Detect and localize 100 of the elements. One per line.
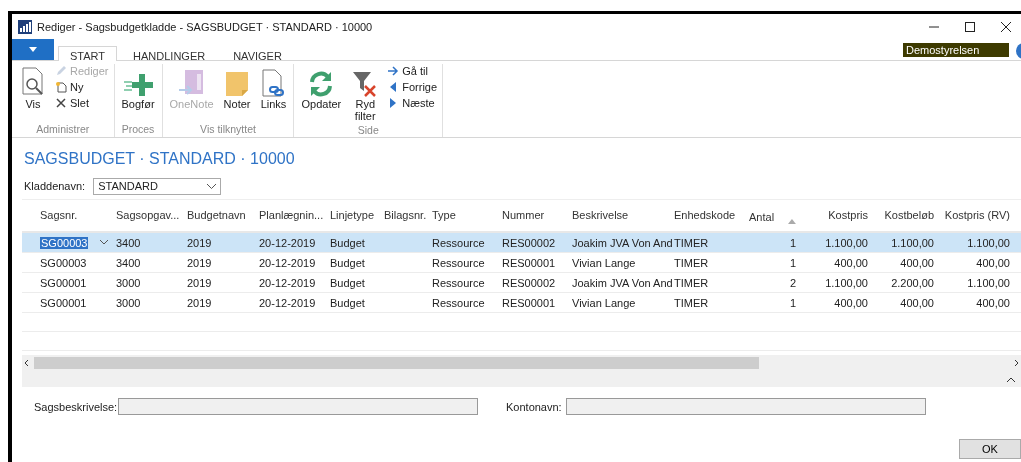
table-cell: SG00001 [40,276,87,289]
sort-ascending-icon [788,219,796,224]
table-cell: TIMER [674,256,709,269]
table-cell: 20-12-2019 [259,256,316,269]
column-header[interactable]: Antal [745,200,800,224]
table-cell: 1.100,00 [825,236,868,249]
ribbon-button[interactable]: Gå til [387,64,438,78]
table-cell: Budget [330,236,365,249]
table-cell: 2019 [187,256,212,269]
ribbon-button[interactable]: Forrige [387,80,438,94]
app-logo-icon [18,19,32,34]
column-header[interactable]: Planlægnin... [255,200,326,221]
company-name[interactable]: Demostyrelsen [903,43,1009,57]
journal-dropdown[interactable]: STANDARD [93,177,222,195]
table-cell: Ressource [432,296,485,309]
delete-icon [55,97,67,109]
table-cell: TIMER [674,236,709,249]
ribbon-group-label: Side [357,124,379,138]
collapse-icon[interactable] [1007,376,1015,382]
ribbon-button[interactable]: Noter [221,64,253,112]
table-cell: 20-12-2019 [259,276,316,289]
table-cell: TIMER [674,296,709,309]
ok-button[interactable]: OK [959,439,1021,459]
column-header[interactable]: Kostpris [800,200,872,221]
table-cell: SG00003 [40,256,87,269]
column-header[interactable]: Kostpris (RV) [938,200,1014,221]
new-document-icon [55,81,67,93]
app-menu-button[interactable] [12,39,54,60]
table-cell: Budget [330,256,365,269]
arrow-right-icon [387,65,400,77]
table-cell: 1.100,00 [967,236,1010,249]
table-cell: Ressource [432,256,485,269]
table-row[interactable]: SG00003 3400 2019 20-12-2019 Budget Ressource RES00001 Vivian Lange TIMER 1 400,00 400,00 400,00 [22,253,1021,273]
table-cell: 1 [789,236,796,249]
field-label: Sagsbeskrivelse: [34,400,118,413]
column-header[interactable]: Linjetype [326,200,380,221]
table-cell: Budget [330,296,365,309]
ribbon-group-label: Vis tilknyttet [200,123,256,137]
column-header[interactable]: Bilagsnr. [380,200,428,221]
table-cell: 2 [789,276,796,289]
column-header[interactable]: Sagsnr. [22,200,112,221]
ribbon-button[interactable]: Ny [55,80,109,94]
table-cell: TIMER [674,276,709,289]
column-header[interactable]: Enhedskode [670,200,745,221]
table-cell: Vivian Lange [572,296,636,309]
ribbon-button[interactable]: Slet [55,96,109,110]
table-cell: 400,00 [834,256,868,269]
table-cell: Budget [330,276,365,289]
ribbon-group-label: Administrer [36,123,90,137]
journal-label: Kladdenavn: [24,180,86,192]
ribbon-button[interactable]: Ryd filter [349,64,382,124]
table-cell: 1.100,00 [891,236,934,249]
table-cell: Joakim JVA Von And [572,276,673,289]
table-cell: 400,00 [976,296,1010,309]
column-header[interactable]: Sagsopgav... [112,200,183,221]
table-cell: Joakim JVA Von And [572,236,673,249]
close-icon[interactable] [1001,21,1011,32]
table-cell: RES00002 [502,236,556,249]
table-cell: Ressource [432,276,485,289]
table-cell: RES00002 [502,276,556,289]
horizontal-scrollbar[interactable] [22,355,1021,371]
table-cell: 2019 [187,236,212,249]
table-cell: 2.200,00 [891,276,934,289]
table-cell: 3000 [116,276,141,289]
column-header[interactable]: Type [428,200,498,221]
table-cell: Vivian Lange [572,256,636,269]
table-cell: RES00001 [502,256,556,269]
dropdown-caret-icon[interactable] [100,240,108,245]
table-cell: Ressource [432,236,485,249]
column-header[interactable]: Budgetnavn [183,200,255,221]
ribbon-tab[interactable]: HANDLINGER [121,46,218,60]
sticky-note-icon [224,70,251,98]
ribbon-button[interactable]: Bogfør [119,64,157,112]
table-cell: 400,00 [834,296,868,309]
table-cell: 400,00 [900,256,934,269]
column-header[interactable]: Nummer [498,200,568,221]
ribbon-button[interactable]: Opdater [299,64,344,112]
table-row[interactable]: SG00003 3400 2019 20-12-2019 Budget Ressource RES00002 Joakim JVA Von AndTIMER 1 1.100,00 1.100,00 1.100,00 [22,233,1021,253]
table-cell: 3400 [116,236,141,249]
table-row[interactable]: SG00001 3000 2019 20-12-2019 Budget Ressource RES00002 Joakim JVA Von AndTIMER 2 1.100,00 2.200,00 1.100,00 [22,273,1021,293]
ribbon-group-label: Proces [121,123,155,137]
ribbon-button[interactable]: Vis [17,64,49,112]
column-header[interactable]: Kostbeløb [872,200,938,221]
chevron-down-icon [207,183,217,189]
table-cell: 1 [789,256,796,269]
ribbon-button[interactable]: Links [258,64,289,112]
ribbon-tab[interactable]: START [58,46,118,61]
table-cell: SG00003 [40,236,89,249]
column-header[interactable]: Beskrivelse [568,200,670,221]
table-cell: 20-12-2019 [259,296,316,309]
table-cell: 2019 [187,296,212,309]
ribbon-button[interactable]: Næste [387,96,438,110]
table-row[interactable]: SG00001 3000 2019 20-12-2019 Budget Ressource RES00001 Vivian Lange TIMER 1 400,00 400,00 400,00 [22,293,1021,313]
page-title: SAGSBUDGET · STANDARD · 10000 [24,150,296,169]
maximize-icon[interactable] [965,21,975,32]
table-cell: 400,00 [976,256,1010,269]
table-cell: RES00001 [502,296,556,309]
table-cell: SG00001 [40,296,87,309]
table-cell: 20-12-2019 [259,236,316,249]
ribbon-tab[interactable]: NAVIGER [221,46,294,60]
